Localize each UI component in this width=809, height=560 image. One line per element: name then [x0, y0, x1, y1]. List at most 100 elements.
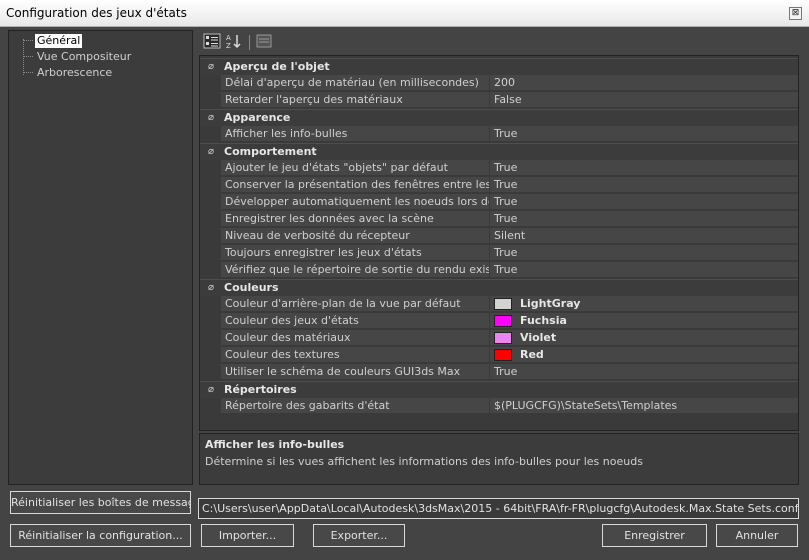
category-label: Comportement — [224, 145, 317, 158]
property-name: Délai d'aperçu de matériau (en milliseco… — [221, 75, 490, 91]
window-title: Configuration des jeux d'états — [6, 6, 187, 20]
property-row[interactable]: Développer automatiquement les noeuds lo… — [200, 194, 798, 211]
close-icon[interactable]: ⊠ — [789, 7, 802, 20]
property-value[interactable]: True — [490, 245, 798, 261]
property-name: Couleur des textures — [221, 347, 490, 363]
settings-tree: Général Vue Compositeur Arborescence — [8, 30, 193, 485]
property-row[interactable]: Enregistrer les données avec la scène Tr… — [200, 211, 798, 228]
alphabetical-sort-icon[interactable]: AZ — [224, 33, 244, 52]
property-row[interactable]: Vérifiez que le répertoire de sortie du … — [200, 262, 798, 279]
property-value[interactable]: $(PLUGCFG)\StateSets\Templates — [490, 398, 798, 414]
property-row[interactable]: Couleur d'arrière-plan de la vue par déf… — [200, 296, 798, 313]
property-name: Développer automatiquement les noeuds lo… — [221, 194, 490, 210]
property-name: Niveau de verbosité du récepteur — [221, 228, 490, 244]
categorized-icon[interactable] — [202, 33, 222, 52]
title-bar: Configuration des jeux d'états ⊠ — [0, 0, 809, 27]
color-swatch — [494, 298, 512, 310]
config-path-field[interactable]: C:\Users\user\AppData\Local\Autodesk\3ds… — [198, 498, 799, 519]
property-value[interactable]: Silent — [490, 228, 798, 244]
category-label: Répertoires — [224, 383, 297, 396]
category-label: Couleurs — [224, 281, 279, 294]
property-row[interactable]: Retarder l'aperçu des matériaux False — [200, 92, 798, 109]
tree-item-tree-view[interactable]: Arborescence — [35, 66, 114, 80]
collapse-icon[interactable]: ⌀ — [208, 146, 214, 157]
property-row[interactable]: Conserver la présentation des fenêtres e… — [200, 177, 798, 194]
property-value[interactable]: LightGray — [490, 296, 798, 312]
property-name: Toujours enregistrer les jeux d'états — [221, 245, 490, 261]
cancel-button[interactable]: Annuler — [716, 524, 798, 547]
reset-message-boxes-button[interactable]: Réinitialiser les boîtes de message — [10, 491, 191, 514]
collapse-icon[interactable]: ⌀ — [208, 282, 214, 293]
property-row[interactable]: Couleur des jeux d'états Fuchsia — [200, 313, 798, 330]
property-value[interactable]: True — [490, 211, 798, 227]
toolbar-separator — [249, 35, 250, 50]
save-button[interactable]: Enregistrer — [602, 524, 707, 547]
property-value[interactable]: True — [490, 364, 798, 380]
tree-connector — [23, 72, 33, 73]
property-row[interactable]: Couleur des textures Red — [200, 347, 798, 364]
property-value[interactable]: Red — [490, 347, 798, 363]
svg-text:A: A — [226, 34, 231, 42]
property-name: Afficher les info-bulles — [221, 126, 490, 142]
description-title: Afficher les info-bulles — [205, 438, 345, 451]
category-label: Apparence — [224, 111, 291, 124]
property-value[interactable]: Fuchsia — [490, 313, 798, 329]
property-value[interactable]: True — [490, 126, 798, 142]
property-row[interactable]: Toujours enregistrer les jeux d'états Tr… — [200, 245, 798, 262]
property-row[interactable]: Afficher les info-bulles True — [200, 126, 798, 143]
export-button[interactable]: Exporter... — [313, 524, 405, 547]
property-row[interactable]: Couleur des matériaux Violet — [200, 330, 798, 347]
category-row[interactable]: ⌀ Couleurs — [200, 279, 798, 296]
property-name: Retarder l'aperçu des matériaux — [221, 92, 490, 108]
color-name: Violet — [520, 331, 557, 344]
svg-text:Z: Z — [226, 42, 231, 49]
property-grid: ⌀ Aperçu de l'objet Délai d'aperçu de ma… — [199, 55, 799, 431]
property-grid-toolbar: AZ — [199, 31, 799, 54]
tree-connector — [23, 39, 24, 75]
color-swatch — [494, 349, 512, 361]
property-name: Enregistrer les données avec la scène — [221, 211, 490, 227]
property-value[interactable]: True — [490, 194, 798, 210]
reset-configuration-button[interactable]: Réinitialiser la configuration... — [10, 524, 191, 547]
category-row[interactable]: ⌀ Apparence — [200, 109, 798, 126]
property-value[interactable]: 200 — [490, 75, 798, 91]
category-row[interactable]: ⌀ Répertoires — [200, 381, 798, 398]
color-name: LightGray — [520, 297, 581, 310]
property-value[interactable]: True — [490, 160, 798, 176]
property-name: Répertoire des gabarits d'état — [221, 398, 490, 414]
description-text: Détermine si les vues affichent les info… — [205, 455, 643, 468]
property-row[interactable]: Délai d'aperçu de matériau (en milliseco… — [200, 75, 798, 92]
category-label: Aperçu de l'objet — [224, 60, 330, 73]
property-name: Conserver la présentation des fenêtres e… — [221, 177, 490, 193]
property-row[interactable]: Ajouter le jeu d'états "objets" par défa… — [200, 160, 798, 177]
tree-connector — [23, 40, 33, 41]
color-swatch — [494, 315, 512, 327]
color-swatch — [494, 332, 512, 344]
property-value[interactable]: Violet — [490, 330, 798, 346]
property-row[interactable]: Niveau de verbosité du récepteur Silent — [200, 228, 798, 245]
property-name: Couleur d'arrière-plan de la vue par déf… — [221, 296, 490, 312]
category-row[interactable]: ⌀ Aperçu de l'objet — [200, 58, 798, 75]
collapse-icon[interactable]: ⌀ — [208, 384, 214, 395]
category-row[interactable]: ⌀ Comportement — [200, 143, 798, 160]
property-description-panel: Afficher les info-bulles Détermine si le… — [199, 433, 799, 485]
property-name: Utiliser le schéma de couleurs GUI3ds Ma… — [221, 364, 490, 380]
property-value[interactable]: True — [490, 262, 798, 278]
property-name: Vérifiez que le répertoire de sortie du … — [221, 262, 490, 278]
tree-connector — [23, 56, 33, 57]
color-name: Fuchsia — [520, 314, 567, 327]
property-value[interactable]: False — [490, 92, 798, 108]
property-name: Couleur des jeux d'états — [221, 313, 490, 329]
property-row[interactable]: Utiliser le schéma de couleurs GUI3ds Ma… — [200, 364, 798, 381]
property-name: Ajouter le jeu d'états "objets" par défa… — [221, 160, 490, 176]
import-button[interactable]: Importer... — [201, 524, 294, 547]
property-value[interactable]: True — [490, 177, 798, 193]
collapse-icon[interactable]: ⌀ — [208, 61, 214, 72]
collapse-icon[interactable]: ⌀ — [208, 112, 214, 123]
tree-item-general[interactable]: Général — [35, 34, 83, 48]
tree-item-compositor-view[interactable]: Vue Compositeur — [35, 50, 133, 64]
property-name: Couleur des matériaux — [221, 330, 490, 346]
property-row[interactable]: Répertoire des gabarits d'état $(PLUGCFG… — [200, 398, 798, 415]
color-name: Red — [520, 348, 544, 361]
property-pages-icon[interactable] — [254, 33, 274, 52]
